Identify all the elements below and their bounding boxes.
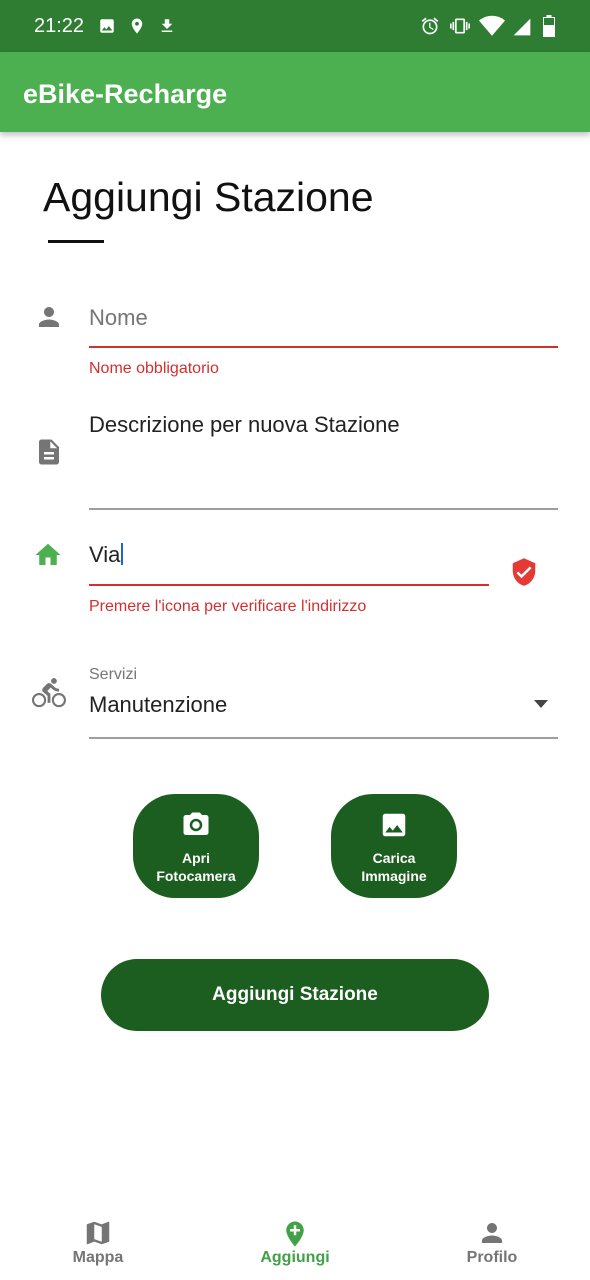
map-icon — [86, 1221, 110, 1245]
name-input[interactable]: Nome — [89, 305, 558, 345]
image-icon — [100, 19, 114, 33]
street-input[interactable]: Via — [89, 542, 489, 582]
open-camera-label: Apri Fotocamera — [156, 850, 236, 884]
person-icon — [39, 307, 59, 327]
download-icon — [161, 19, 173, 32]
open-camera-button[interactable]: Apri Fotocamera — [133, 794, 259, 898]
camera-icon — [183, 812, 209, 835]
battery-icon — [543, 15, 555, 37]
street-input-underline — [89, 584, 489, 586]
title-underline — [48, 240, 104, 243]
bottom-nav: Mappa Aggiungi Profilo — [0, 1200, 590, 1280]
nav-label-mappa: Mappa — [72, 1249, 124, 1266]
street-error-text: Premere l'icona per verificare l'indiriz… — [89, 598, 367, 615]
description-input[interactable]: Descrizione per nuova Stazione — [89, 412, 558, 504]
nav-item-aggiungi[interactable]: Aggiungi — [197, 1200, 393, 1280]
name-input-underline — [89, 346, 558, 348]
page-title: Aggiungi Stazione — [43, 174, 374, 220]
home-icon — [35, 543, 61, 565]
image-icon — [382, 813, 406, 837]
vibrate-icon — [450, 18, 470, 34]
app-title: eBike-Recharge — [23, 79, 228, 109]
verify-address-icon[interactable] — [509, 555, 539, 589]
wifi-icon: x — [479, 15, 505, 36]
signal-icon — [513, 18, 531, 36]
services-underline — [89, 737, 558, 739]
dropdown-arrow-icon — [534, 700, 548, 708]
text-cursor — [121, 543, 124, 565]
status-time: 21:22 — [34, 15, 85, 37]
alarm-icon — [421, 17, 439, 35]
bike-icon — [32, 678, 66, 708]
name-placeholder: Nome — [89, 305, 148, 330]
name-error-text: Nome obbligatorio — [89, 360, 219, 377]
nav-item-profilo[interactable]: Profilo — [394, 1200, 590, 1280]
location-pin-icon — [131, 18, 143, 34]
description-input-underline — [89, 508, 558, 510]
nav-label-aggiungi: Aggiungi — [260, 1249, 330, 1266]
app-bar: eBike-Recharge — [0, 52, 590, 132]
description-value: Descrizione per nuova Stazione — [89, 412, 400, 437]
description-icon — [39, 439, 59, 465]
services-label: Servizi — [89, 666, 138, 683]
services-selected-value: Manutenzione — [89, 692, 228, 717]
upload-image-label: Carica Immagine — [361, 850, 427, 884]
street-value: Via — [89, 542, 121, 567]
nav-item-mappa[interactable]: Mappa — [0, 1200, 196, 1280]
services-dropdown[interactable]: Servizi Manutenzione — [89, 660, 558, 736]
nav-label-profilo: Profilo — [466, 1249, 518, 1266]
upload-image-button[interactable]: Carica Immagine — [331, 794, 457, 898]
add-station-button[interactable]: Aggiungi Stazione — [101, 959, 489, 1031]
add-location-icon — [286, 1221, 304, 1247]
status-bar: 21:22 x — [0, 0, 590, 52]
person-icon — [482, 1223, 502, 1243]
svg-text:x: x — [499, 16, 504, 25]
